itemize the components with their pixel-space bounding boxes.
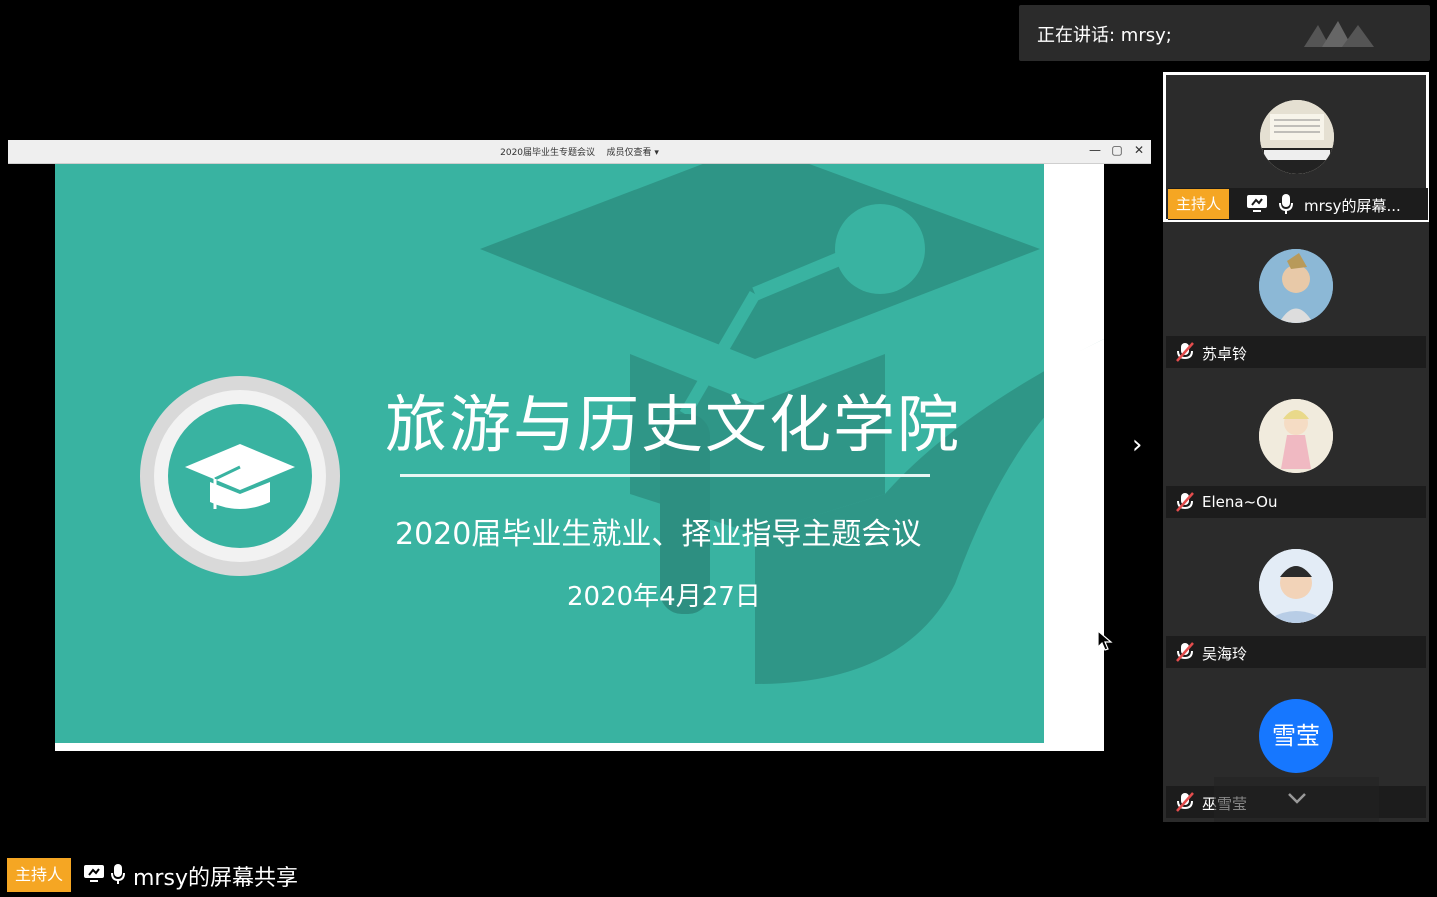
microphone-muted-icon bbox=[1176, 642, 1194, 662]
screen-share-icon bbox=[1247, 195, 1267, 212]
speaking-indicator: 正在讲话: mrsy; bbox=[1019, 5, 1430, 61]
participant-tile-host[interactable]: 主持人 mrsy的屏幕... bbox=[1163, 72, 1429, 222]
host-badge: 主持人 bbox=[1168, 189, 1230, 219]
avatar bbox=[1259, 399, 1333, 473]
participant-name: 苏卓铃 bbox=[1202, 345, 1248, 363]
participant-namebar: Elena~Ou bbox=[1166, 486, 1426, 518]
presentation-slide: 旅游与历史文化学院 2020届毕业生就业、择业指导主题会议 2020年4月27日 bbox=[55, 164, 1104, 751]
participant-name: 吴海玲 bbox=[1202, 645, 1248, 663]
restore-button[interactable]: ▢ bbox=[1107, 143, 1127, 157]
host-badge: 主持人 bbox=[7, 858, 72, 892]
participant-tile[interactable]: 苏卓铃 bbox=[1163, 222, 1429, 372]
screen-share-status: 主持人 mrsy的屏幕共享 bbox=[7, 856, 327, 892]
slide-title: 旅游与历史文化学院 bbox=[385, 388, 962, 461]
participant-tile[interactable]: Elena~Ou bbox=[1163, 372, 1429, 522]
microphone-muted-icon bbox=[1176, 792, 1194, 812]
speaking-label: 正在讲话: mrsy; bbox=[1037, 25, 1172, 46]
next-page-arrow-icon[interactable]: › bbox=[1132, 430, 1142, 460]
avatar bbox=[1260, 100, 1334, 174]
slide-divider bbox=[400, 474, 930, 477]
slide-subtitle: 2020届毕业生就业、择业指导主题会议 bbox=[395, 517, 922, 552]
screen-share-icon bbox=[84, 865, 104, 882]
view-mode-dropdown[interactable]: 成员仅查看 ▾ bbox=[606, 148, 658, 158]
participant-namebar: 苏卓铃 bbox=[1166, 336, 1426, 368]
avatar-initials: 雪莹 bbox=[1259, 699, 1333, 773]
chevron-down-icon bbox=[1288, 793, 1306, 804]
mouse-cursor-icon bbox=[1097, 630, 1113, 651]
slide-date: 2020年4月27日 bbox=[567, 582, 761, 612]
participant-name: mrsy的屏幕... bbox=[1304, 197, 1401, 215]
microphone-muted-icon bbox=[1176, 492, 1194, 512]
avatar bbox=[1259, 549, 1333, 623]
shared-window-titlebar: 2020届毕业生专题会议 成员仅查看 ▾ — ▢ ✕ bbox=[8, 140, 1151, 164]
avatar bbox=[1259, 249, 1333, 323]
microphone-muted-icon bbox=[1176, 342, 1194, 362]
microphone-icon bbox=[111, 864, 125, 884]
shared-screen: 2020届毕业生专题会议 成员仅查看 ▾ — ▢ ✕ 旅游与历史文化学院 202… bbox=[8, 140, 1151, 752]
participant-tile[interactable]: 吴海玲 bbox=[1163, 522, 1429, 672]
shared-window-title: 2020届毕业生专题会议 bbox=[500, 148, 596, 158]
participant-name: Elena~Ou bbox=[1202, 493, 1278, 511]
microphone-icon bbox=[1279, 194, 1293, 214]
participant-namebar: 主持人 mrsy的屏幕... bbox=[1168, 188, 1428, 220]
collapse-list-button[interactable] bbox=[1214, 777, 1379, 822]
app-logo-icon bbox=[1304, 21, 1374, 47]
minimize-button[interactable]: — bbox=[1085, 143, 1105, 157]
close-button[interactable]: ✕ bbox=[1129, 143, 1149, 157]
screen-share-label: mrsy的屏幕共享 bbox=[133, 866, 298, 891]
participant-namebar: 吴海玲 bbox=[1166, 636, 1426, 668]
